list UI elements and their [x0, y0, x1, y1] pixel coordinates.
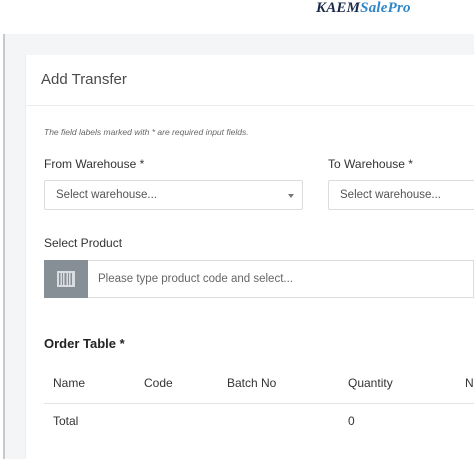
from-warehouse-placeholder: Select warehouse...: [56, 189, 158, 201]
required-fields-note: The field labels marked with * are requi…: [44, 127, 249, 137]
logo-text-accent: SalePro: [360, 0, 411, 16]
logo-text-primary: KAEM: [316, 0, 361, 16]
to-warehouse-label: To Warehouse *: [328, 157, 413, 171]
from-warehouse-label: From Warehouse *: [44, 157, 145, 171]
total-label: Total: [53, 414, 79, 428]
table-divider: [44, 403, 474, 404]
barcode-icon: [57, 271, 75, 287]
column-header-batch-no: Batch No: [227, 376, 277, 390]
page-title: Add Transfer: [41, 71, 127, 88]
order-table-title: Order Table *: [44, 336, 125, 351]
transfer-card: [25, 55, 474, 459]
product-search-input[interactable]: [88, 260, 474, 298]
app-logo: KAEMSalePro: [316, 0, 411, 17]
barcode-scan-button[interactable]: [44, 260, 88, 298]
to-warehouse-select[interactable]: Select warehouse...: [328, 180, 474, 210]
to-warehouse-placeholder: Select warehouse...: [340, 189, 442, 201]
column-header-name: Name: [53, 376, 86, 390]
column-header-truncated: N: [465, 376, 474, 390]
total-quantity: 0: [348, 414, 355, 428]
select-product-label: Select Product: [44, 236, 123, 250]
column-header-code: Code: [144, 376, 173, 390]
column-header-quantity: Quantity: [348, 376, 393, 390]
chevron-down-icon: [288, 194, 294, 198]
from-warehouse-select[interactable]: Select warehouse...: [44, 180, 303, 210]
